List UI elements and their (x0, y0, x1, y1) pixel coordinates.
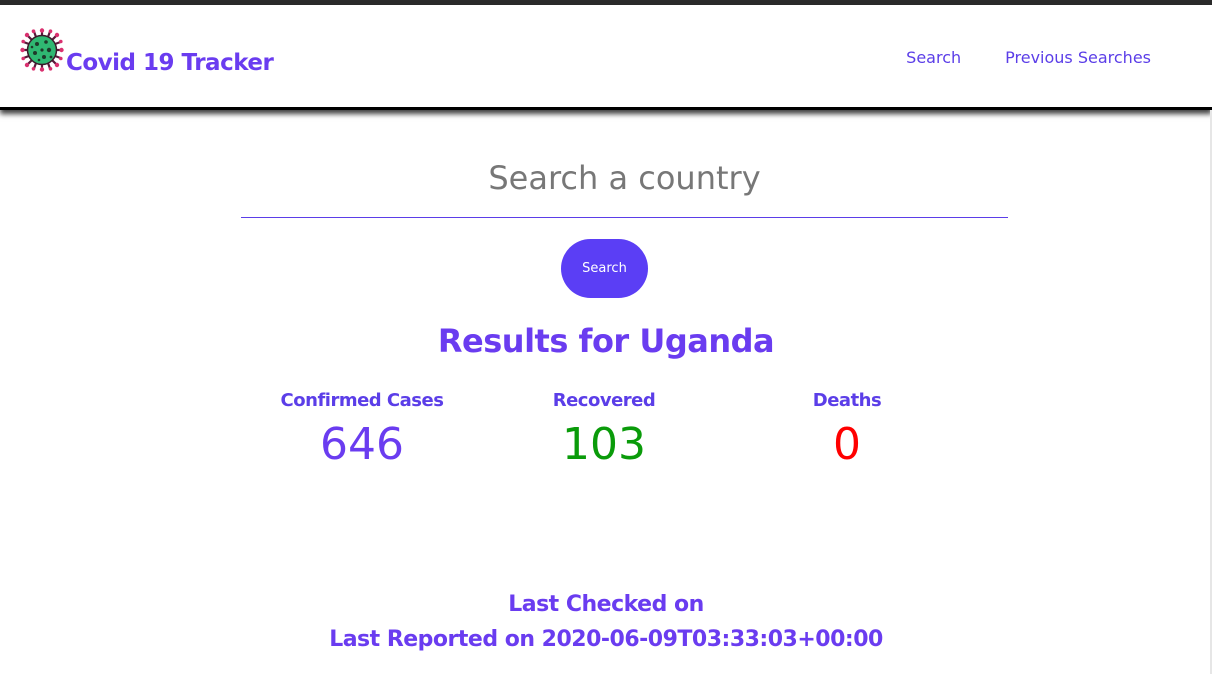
search-button[interactable]: Search (561, 239, 648, 298)
stat-recovered: Recovered 103 (484, 390, 724, 471)
brand-title: Covid 19 Tracker (66, 50, 274, 76)
nav-links: Search Previous Searches (906, 48, 1151, 67)
stat-value: 0 (833, 419, 861, 470)
stat-label: Recovered (552, 390, 656, 411)
stat-confirmed-cases: Confirmed Cases 646 (242, 390, 482, 471)
search-form (241, 150, 1008, 218)
nav-link-search[interactable]: Search (906, 48, 961, 67)
stat-value: 103 (562, 419, 646, 470)
stat-value: 646 (320, 419, 404, 470)
last-reported-text: Last Reported on 2020-06-09T03:33:03+00:… (329, 627, 883, 652)
stat-deaths: Deaths 0 (727, 390, 967, 471)
stat-label: Confirmed Cases (280, 390, 444, 411)
last-checked-text: Last Checked on (508, 592, 704, 617)
stat-label: Deaths (812, 390, 882, 411)
country-search-input[interactable] (241, 150, 1008, 218)
virus-icon (20, 28, 64, 72)
nav-link-previous-searches[interactable]: Previous Searches (1005, 48, 1151, 67)
results-title: Results for Uganda (437, 322, 775, 360)
navbar: Covid 19 Tracker Search Previous Searche… (0, 5, 1212, 110)
